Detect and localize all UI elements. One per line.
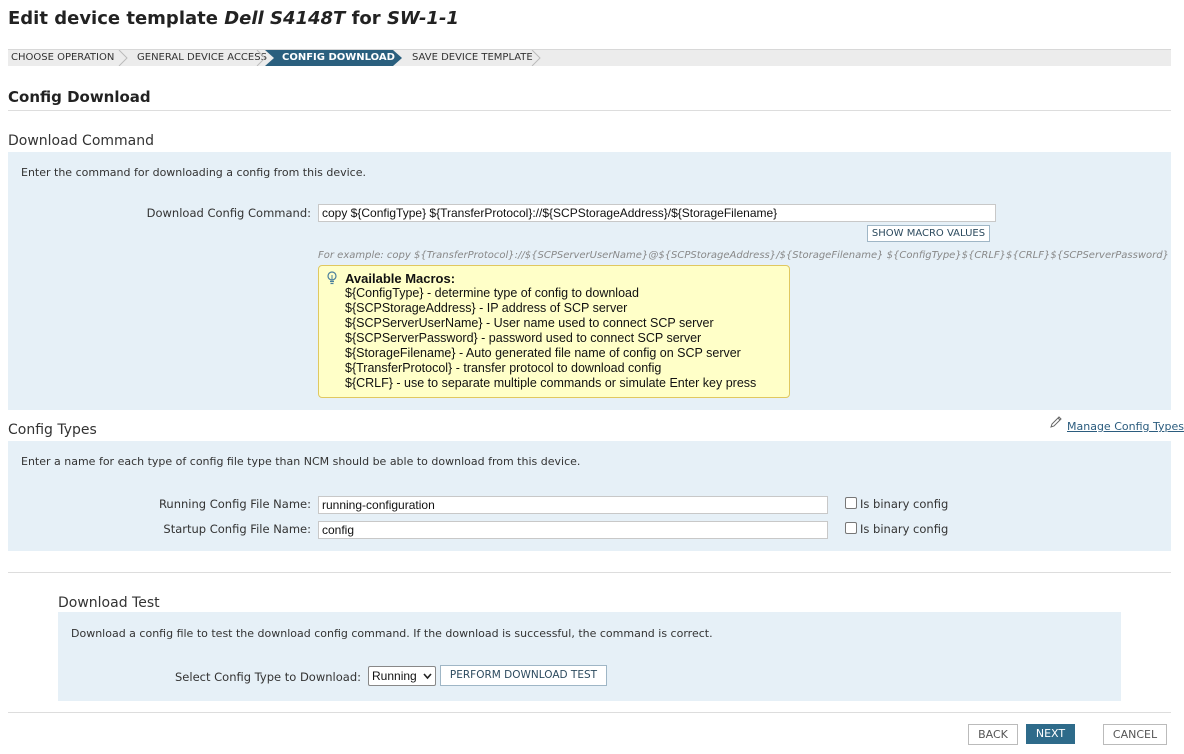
chevron-right-icon — [118, 50, 128, 66]
download-test-title: Download Test — [58, 595, 160, 611]
startup-binary-checkbox-wrap[interactable]: Is binary config — [845, 522, 948, 536]
macro-item: ${SCPServerPassword} - password used to … — [345, 331, 702, 345]
download-command-title: Download Command — [8, 133, 154, 149]
download-config-command-label: Download Config Command: — [146, 206, 311, 220]
show-macro-values-button[interactable]: SHOW MACRO VALUES — [867, 225, 990, 242]
select-config-type-label: Select Config Type to Download: — [175, 670, 361, 684]
section-title: Config Download — [8, 88, 151, 106]
pencil-icon[interactable] — [1049, 415, 1063, 429]
config-types-title: Config Types — [8, 422, 97, 438]
page-title-node: SW-1-1 — [386, 8, 459, 29]
macro-item: ${SCPStorageAddress} - IP address of SCP… — [345, 301, 628, 315]
running-binary-checkbox-wrap[interactable]: Is binary config — [845, 497, 948, 511]
macro-item: ${StorageFilename} - Auto generated file… — [345, 346, 741, 360]
startup-binary-checkbox[interactable] — [845, 522, 857, 534]
chevron-down-icon — [423, 673, 432, 680]
download-config-command-input[interactable]: copy ${ConfigType} ${TransferProtocol}:/… — [318, 204, 996, 222]
page-title-prefix: Edit device template — [8, 8, 225, 29]
macro-item: ${TransferProtocol} - transfer protocol … — [345, 361, 662, 375]
startup-binary-label: Is binary config — [860, 522, 949, 536]
running-config-input[interactable]: running-configuration — [318, 496, 828, 514]
download-test-description: Download a config file to test the downl… — [71, 627, 713, 640]
running-config-label: Running Config File Name: — [158, 497, 311, 511]
macro-list: ${ConfigType} - determine type of config… — [345, 286, 756, 391]
available-macros-title: Available Macros: — [345, 271, 456, 286]
divider — [8, 712, 1171, 713]
wizard-breadcrumb: CHOOSE OPERATION GENERAL DEVICE ACCESS C… — [8, 49, 1171, 66]
page-title-mid: for — [345, 8, 387, 29]
macro-item: ${CRLF} - use to separate multiple comma… — [345, 376, 757, 390]
chevron-right-icon — [531, 50, 541, 66]
download-test-panel — [58, 612, 1121, 701]
perform-download-test-button[interactable]: PERFORM DOWNLOAD TEST — [440, 665, 607, 686]
next-button[interactable]: NEXT — [1026, 724, 1075, 744]
page-title-device: Dell S4148T — [224, 8, 346, 29]
macro-item: ${SCPServerUserName} - User name used to… — [345, 316, 714, 330]
available-macros-box: Available Macros: ${ConfigType} - determ… — [318, 265, 790, 398]
config-type-select[interactable]: Running — [368, 666, 436, 686]
startup-config-input[interactable]: config — [318, 521, 828, 539]
lightbulb-icon — [327, 271, 337, 285]
config-type-select-value: Running — [372, 669, 417, 683]
page-title: Edit device template Dell S4148T for SW-… — [8, 8, 459, 29]
example-command-text: For example: copy ${TransferProtocol}://… — [318, 250, 1169, 261]
download-command-description: Enter the command for downloading a conf… — [21, 166, 366, 179]
wizard-step-general-device-access[interactable]: GENERAL DEVICE ACCESS — [137, 50, 267, 66]
macro-item: ${ConfigType} - determine type of config… — [345, 286, 639, 300]
divider — [8, 110, 1171, 111]
manage-config-types-link[interactable]: Manage Config Types — [1067, 420, 1184, 433]
wizard-step-save-device-template[interactable]: SAVE DEVICE TEMPLATE — [412, 50, 533, 66]
cancel-button[interactable]: CANCEL — [1103, 724, 1167, 745]
wizard-step-choose-operation[interactable]: CHOOSE OPERATION — [11, 50, 114, 66]
running-binary-label: Is binary config — [860, 497, 949, 511]
divider — [8, 572, 1171, 573]
wizard-step-config-download[interactable]: CONFIG DOWNLOAD — [282, 50, 395, 66]
config-types-description: Enter a name for each type of config fil… — [21, 455, 581, 468]
running-binary-checkbox[interactable] — [845, 497, 857, 509]
startup-config-label: Startup Config File Name: — [163, 522, 311, 536]
back-button[interactable]: BACK — [968, 724, 1018, 745]
